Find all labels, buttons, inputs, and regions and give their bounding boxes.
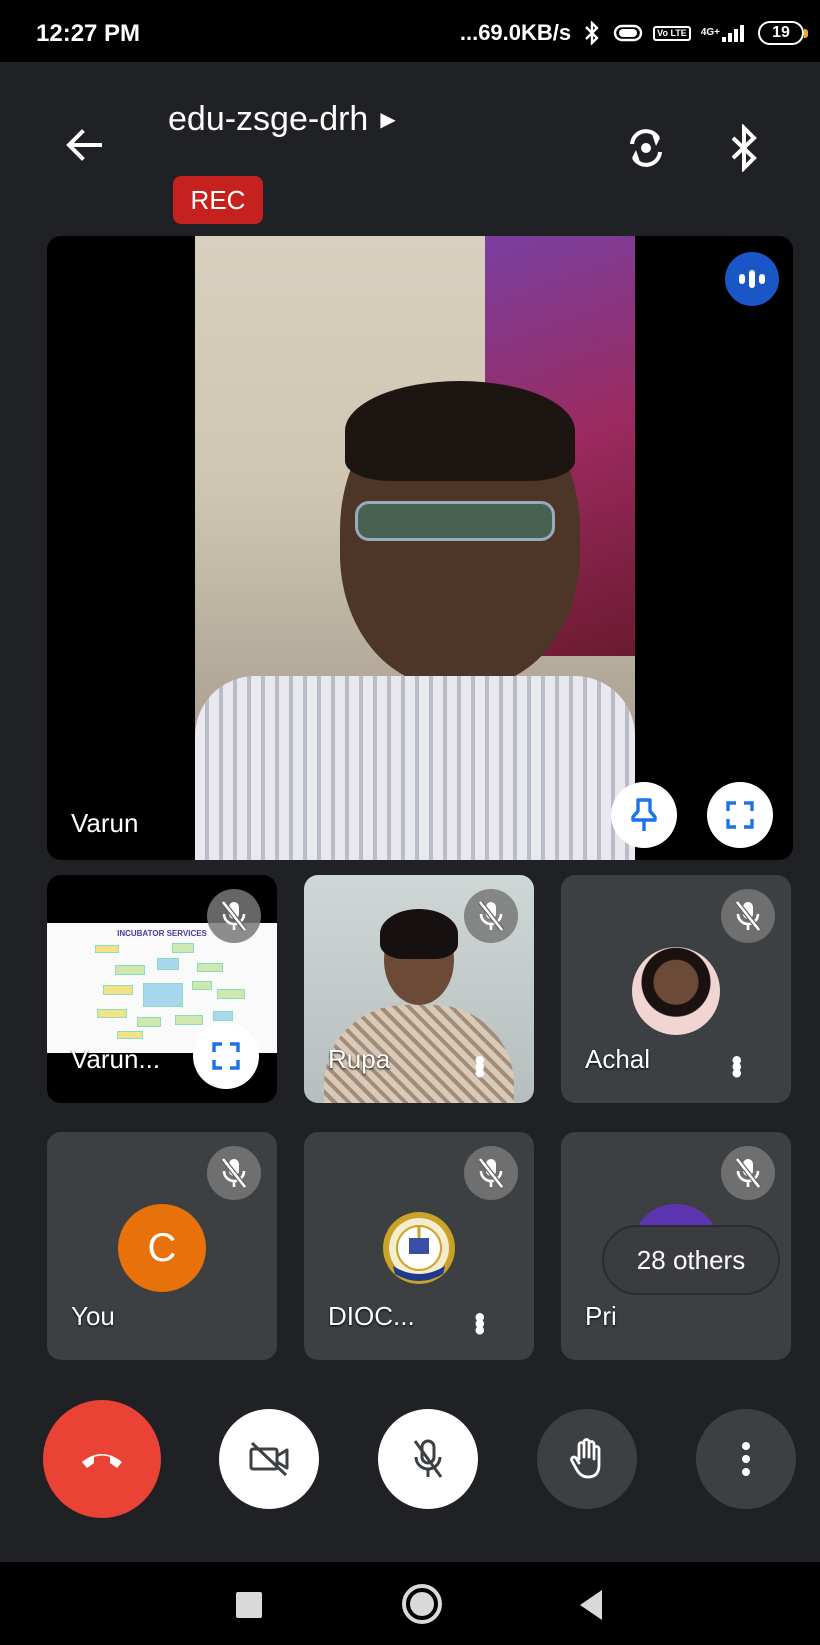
fullscreen-icon [212, 1042, 240, 1070]
video-off-icon [249, 1441, 289, 1477]
muted-indicator [464, 1146, 518, 1200]
battery-icon: 19 [758, 21, 808, 45]
system-nav-bar [0, 1562, 820, 1645]
home-icon [410, 1592, 434, 1616]
more-options-button[interactable] [696, 1409, 796, 1509]
mic-off-icon [735, 900, 761, 932]
others-count-button[interactable]: 28 others [604, 1227, 778, 1293]
mic-off-icon [221, 1157, 247, 1189]
signal-icon: 4G+ [701, 23, 748, 43]
mic-off-icon [478, 1157, 504, 1189]
muted-indicator [207, 1146, 261, 1200]
participant-name: Varun [71, 808, 139, 838]
volte-icon: Vo LTE [653, 25, 691, 41]
participant-tile[interactable]: C You [47, 1132, 277, 1360]
back-button[interactable] [60, 120, 110, 170]
meet-app: edu-zsge-drh ▶ REC Varun INCUBATOR SERVI… [0, 62, 820, 1562]
participant-tile[interactable]: Achal ••• [561, 875, 791, 1103]
pin-button[interactable] [611, 782, 677, 848]
audio-device-button[interactable] [716, 120, 772, 176]
more-options-icon[interactable]: ••• [720, 1055, 753, 1075]
mic-off-icon [478, 900, 504, 932]
hand-icon [570, 1438, 601, 1479]
status-icons: ...69.0KB/s Vo LTE 4G+ 19 [459, 20, 808, 46]
network-type: 4G+ [700, 27, 720, 38]
avatar [632, 947, 720, 1035]
bluetooth-status-icon [581, 21, 603, 45]
mic-off-icon [735, 1157, 761, 1189]
more-options-icon[interactable]: ••• [463, 1055, 496, 1075]
participant-name: Rupa [328, 1044, 391, 1074]
muted-indicator [464, 889, 518, 943]
raise-hand-button[interactable] [537, 1409, 637, 1509]
caret-right-icon: ▶ [380, 109, 396, 131]
muted-indicator [207, 889, 261, 943]
participant-name: You [71, 1301, 115, 1331]
switch-camera-icon [630, 129, 662, 167]
toggle-status-icon [613, 23, 643, 43]
home-button[interactable] [402, 1584, 442, 1624]
fullscreen-button[interactable] [707, 782, 773, 848]
avatar: C [118, 1204, 206, 1292]
participant-name: Achal [585, 1044, 651, 1074]
recording-badge: REC [173, 176, 263, 224]
battery-level: 19 [772, 24, 790, 41]
mic-toggle-button[interactable] [378, 1409, 478, 1509]
pin-icon [631, 798, 657, 831]
recents-button[interactable] [236, 1592, 262, 1618]
avatar [375, 1204, 463, 1292]
participant-tile[interactable]: INCUBATOR SERVICES Varun... [47, 875, 277, 1103]
back-nav-button[interactable] [580, 1590, 602, 1620]
participant-video [195, 236, 635, 860]
status-time: 12:27 PM [36, 20, 141, 47]
muted-indicator [721, 889, 775, 943]
end-call-button[interactable] [43, 1400, 161, 1518]
participant-tile[interactable]: DIOC... ••• [304, 1132, 534, 1360]
participant-name: Pri [585, 1301, 617, 1331]
more-vert-icon [742, 1442, 750, 1476]
net-speed: ...69.0KB/s [459, 20, 572, 45]
main-participant-tile[interactable]: Varun [47, 236, 793, 860]
participant-name: Varun... [71, 1044, 161, 1074]
switch-camera-button[interactable] [618, 120, 674, 176]
mic-off-icon [413, 1439, 443, 1478]
meeting-title[interactable]: edu-zsge-drh ▶ [168, 100, 396, 139]
mic-off-icon [221, 900, 247, 932]
speaking-indicator-icon [725, 252, 779, 306]
fullscreen-icon [726, 801, 754, 829]
camera-toggle-button[interactable] [219, 1409, 319, 1509]
meeting-code: edu-zsge-drh [168, 100, 369, 138]
bluetooth-icon [731, 124, 757, 172]
participant-name: DIOC... [328, 1301, 415, 1331]
participant-tile[interactable]: Rupa ••• [304, 875, 534, 1103]
phone-hangup-icon [82, 1454, 122, 1468]
status-bar: 12:27 PM ...69.0KB/s Vo LTE 4G+ 19 [0, 0, 820, 62]
more-options-icon[interactable]: ••• [463, 1312, 496, 1332]
arrow-left-icon [66, 129, 102, 161]
emblem-icon [383, 1212, 455, 1284]
muted-indicator [721, 1146, 775, 1200]
fullscreen-button[interactable] [193, 1023, 259, 1089]
